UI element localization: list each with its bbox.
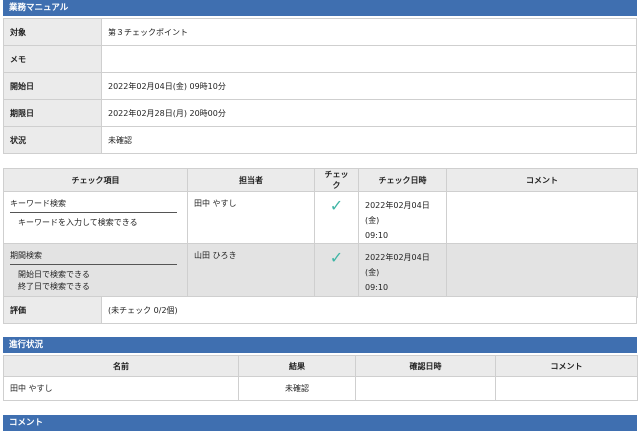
progress-confirmed-cell — [355, 376, 496, 401]
check-time: 09:10 — [365, 231, 389, 240]
info-row-due-date: 期限日 2022年02月28日(月) 20時00分 — [3, 99, 637, 127]
check-item-detail: キーワードを入力して検索できる — [18, 218, 138, 227]
progress-name-cell: 田中 やすし — [3, 376, 239, 401]
info-row-memo: メモ — [3, 45, 637, 73]
check-item-title: キーワード検索 — [10, 198, 177, 213]
info-row-target: 対象 第３チェックポイント — [3, 18, 637, 46]
checkmark-icon[interactable]: ✓ — [330, 196, 343, 215]
col-header-check-datetime: チェック日時 — [358, 168, 447, 192]
check-date: 2022年02月04日(金) — [365, 201, 430, 225]
info-label-target: 対象 — [3, 18, 102, 46]
info-row-start-date: 開始日 2022年02月04日(金) 09時10分 — [3, 72, 637, 100]
info-label-start-date: 開始日 — [3, 72, 102, 100]
check-cell[interactable]: ✓ — [314, 191, 359, 244]
col-header-comment: コメント — [495, 355, 638, 377]
col-header-check-item: チェック項目 — [3, 168, 188, 192]
manual-title-bar: 業務マニュアル — [3, 0, 637, 16]
col-header-assignee: 担当者 — [187, 168, 315, 192]
evaluation-table: 評価 (未チェック 0/2個) — [3, 296, 637, 324]
check-datetime-cell: 2022年02月04日(金) 09:10 — [358, 243, 447, 298]
info-label-due-date: 期限日 — [3, 99, 102, 127]
checklist-table: チェック項目 担当者 チェック チェック日時 コメント キーワード検索 キーワー… — [3, 168, 638, 298]
col-header-check: チェック — [314, 168, 359, 192]
col-header-result: 結果 — [238, 355, 356, 377]
col-header-comment: コメント — [446, 168, 638, 192]
assignee-cell: 田中 やすし — [187, 191, 315, 244]
table-row: 田中 やすし 未確認 — [3, 376, 638, 401]
check-item-detail: 開始日で検索できる — [18, 270, 90, 279]
info-value-due-date: 2022年02月28日(月) 20時00分 — [101, 99, 637, 127]
info-value-status: 未確認 — [101, 126, 637, 154]
info-row-status: 状況 未確認 — [3, 126, 637, 154]
check-item-detail: 終了日で検索できる — [18, 282, 90, 291]
info-value-target: 第３チェックポイント — [101, 18, 637, 46]
info-label-status: 状況 — [3, 126, 102, 154]
check-item-title: 期間検索 — [10, 250, 177, 265]
manual-title: 業務マニュアル — [9, 3, 69, 13]
check-item-cell: キーワード検索 キーワードを入力して検索できる — [3, 191, 188, 244]
info-value-start-date: 2022年02月04日(金) 09時10分 — [101, 72, 637, 100]
check-time: 09:10 — [365, 283, 389, 292]
check-date: 2022年02月04日(金) — [365, 253, 430, 277]
comments-title: コメント — [9, 418, 44, 428]
comment-cell[interactable] — [446, 191, 638, 244]
progress-header-row: 名前 結果 確認日時 コメント — [3, 355, 638, 377]
table-row: キーワード検索 キーワードを入力して検索できる 田中 やすし ✓ 2022年02… — [3, 191, 638, 244]
progress-comment-cell — [495, 376, 638, 401]
evaluation-label: 評価 — [3, 296, 102, 324]
check-datetime-cell: 2022年02月04日(金) 09:10 — [358, 191, 447, 244]
checklist-header-row: チェック項目 担当者 チェック チェック日時 コメント — [3, 168, 638, 192]
check-cell[interactable]: ✓ — [314, 243, 359, 298]
table-row: 期間検索 開始日で検索できる 終了日で検索できる 山田 ひろき ✓ 2022年0… — [3, 243, 638, 298]
progress-title: 進行状況 — [9, 340, 44, 350]
col-header-name: 名前 — [3, 355, 239, 377]
comment-cell[interactable] — [446, 243, 638, 298]
progress-title-bar: 進行状況 — [3, 337, 637, 353]
progress-result-cell: 未確認 — [238, 376, 356, 401]
checkmark-icon[interactable]: ✓ — [330, 248, 343, 267]
info-label-memo: メモ — [3, 45, 102, 73]
assignee-cell: 山田 ひろき — [187, 243, 315, 298]
evaluation-row: 評価 (未チェック 0/2個) — [3, 296, 637, 324]
progress-table: 名前 結果 確認日時 コメント 田中 やすし 未確認 — [3, 355, 638, 401]
check-item-cell: 期間検索 開始日で検索できる 終了日で検索できる — [3, 243, 188, 298]
col-header-confirmed-datetime: 確認日時 — [355, 355, 496, 377]
manual-info-table: 対象 第３チェックポイント メモ 開始日 2022年02月04日(金) 09時1… — [3, 18, 637, 154]
info-value-memo — [101, 45, 637, 73]
evaluation-value: (未チェック 0/2個) — [101, 296, 637, 324]
comments-title-bar: コメント — [3, 415, 637, 431]
